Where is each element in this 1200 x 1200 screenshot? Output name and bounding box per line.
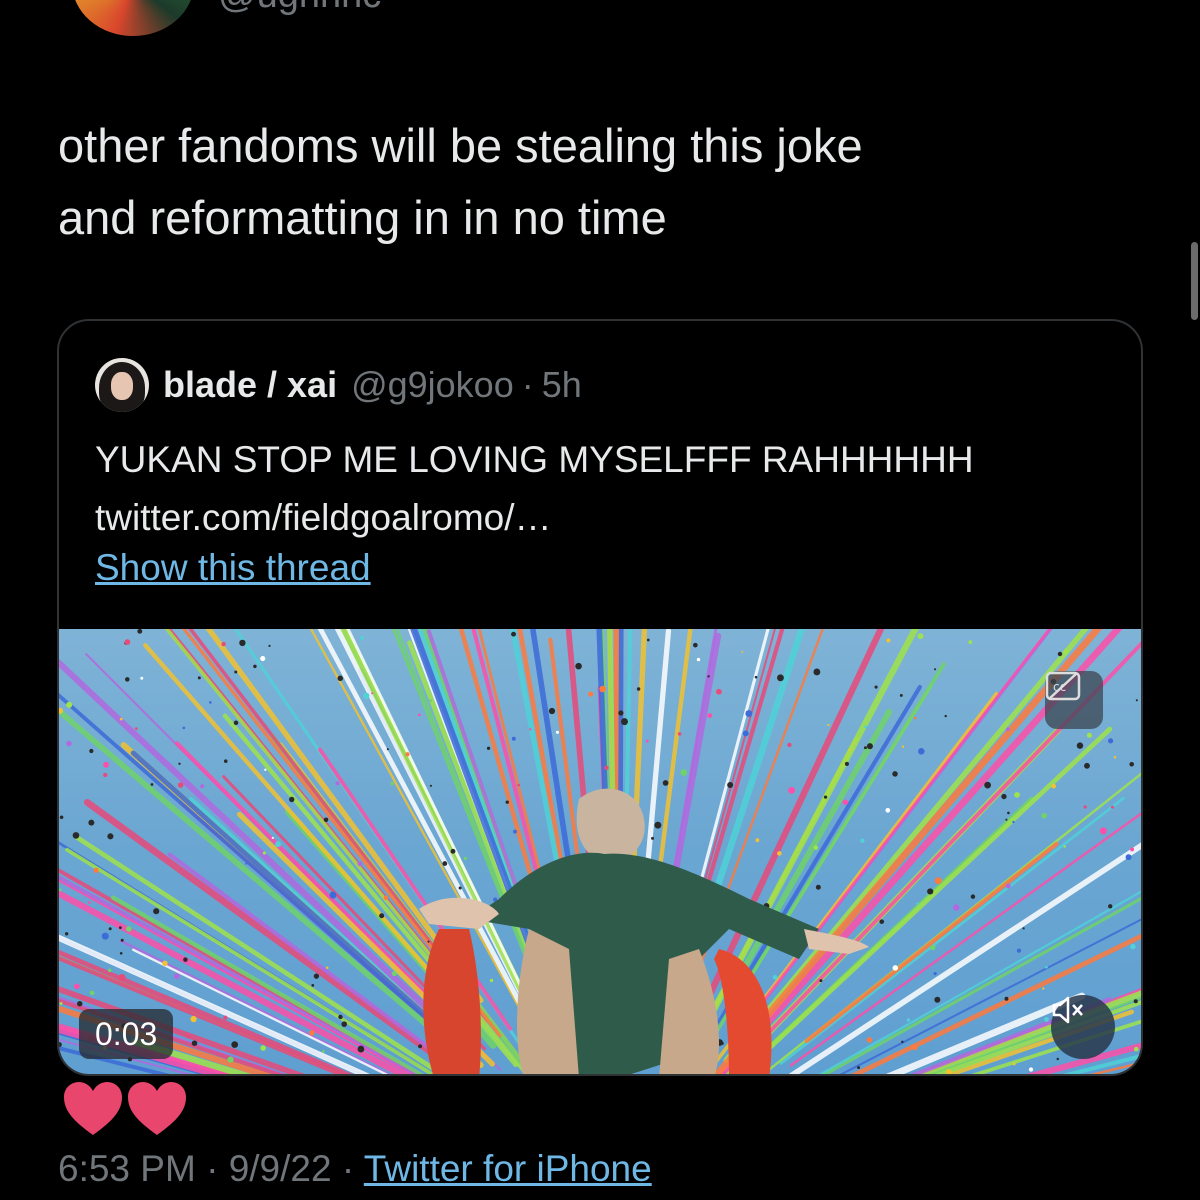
video-player[interactable]: cc 0:03 bbox=[59, 629, 1141, 1074]
quoted-handle[interactable]: @g9jokoo bbox=[351, 364, 514, 406]
quoted-tweet[interactable]: blade / xai @g9jokoo · 5h YUKAN STOP ME … bbox=[57, 319, 1143, 1076]
quoted-tweet-header: blade / xai @g9jokoo · 5h bbox=[95, 355, 582, 415]
quoted-time: 5h bbox=[541, 364, 582, 405]
mute-button[interactable] bbox=[1051, 995, 1115, 1059]
speaker-muted-icon bbox=[1052, 996, 1083, 1024]
separator-dot: · bbox=[341, 1148, 355, 1189]
video-timer: 0:03 bbox=[79, 1009, 174, 1059]
tweet-date[interactable]: 9/9/22 bbox=[229, 1148, 332, 1189]
author-avatar[interactable] bbox=[72, 0, 194, 36]
reactions bbox=[62, 1080, 188, 1138]
show-thread-link[interactable]: Show this thread bbox=[95, 547, 371, 589]
tweet-time[interactable]: 6:53 PM bbox=[58, 1148, 196, 1189]
quoted-avatar[interactable] bbox=[95, 358, 149, 412]
heart-icon bbox=[128, 1082, 186, 1135]
separator-dot: · bbox=[521, 364, 534, 405]
tweet-meta: 6:53 PM · 9/9/22 · Twitter for iPhone bbox=[58, 1148, 652, 1190]
scrollbar[interactable] bbox=[1190, 0, 1200, 320]
tweet-source-link[interactable]: Twitter for iPhone bbox=[364, 1148, 652, 1189]
cc-icon: cc bbox=[1045, 671, 1081, 701]
captions-button[interactable]: cc bbox=[1045, 671, 1103, 729]
quoted-text: YUKAN STOP ME LOVING MYSELFFF RAHHHHHH t… bbox=[95, 439, 974, 538]
heart-icon bbox=[64, 1082, 122, 1135]
author-handle[interactable]: @ughnnc bbox=[218, 0, 381, 17]
tweet-text: other fandoms will be stealing this joke… bbox=[58, 119, 863, 244]
video-frame bbox=[59, 629, 1141, 1074]
separator-dot: · bbox=[206, 1148, 219, 1189]
quoted-name[interactable]: blade / xai bbox=[163, 364, 337, 406]
